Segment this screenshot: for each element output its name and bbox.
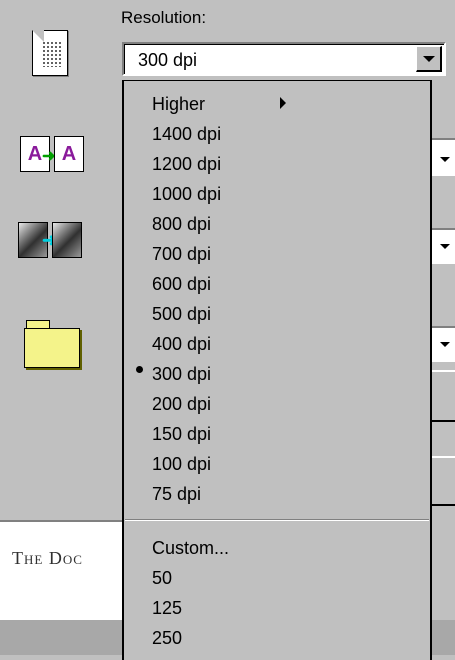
translate-icon-letter-right: A <box>54 136 84 172</box>
menu-item-300[interactable]: 300 dpi <box>152 364 211 384</box>
preview-frame <box>0 520 122 622</box>
menu-item-custom[interactable]: Custom... <box>152 538 229 558</box>
page-icon <box>32 30 68 76</box>
preview-text: The Doc <box>12 548 83 568</box>
menu-item-125[interactable]: 125 <box>152 598 182 618</box>
menu-item-700[interactable]: 700 dpi <box>152 244 211 264</box>
menu-item-100[interactable]: 100 dpi <box>152 454 211 474</box>
submenu-arrow-icon <box>280 97 286 109</box>
chevron-down-icon <box>440 244 450 249</box>
resolution-label: Resolution: <box>121 8 207 27</box>
chevron-down-icon <box>440 342 450 347</box>
menu-item-1400[interactable]: 1400 dpi <box>152 124 221 144</box>
dropdown-arrow-button[interactable] <box>416 46 442 72</box>
menu-item-600[interactable]: 600 dpi <box>152 274 211 294</box>
folder-icon <box>24 318 80 368</box>
selected-bullet-icon <box>136 366 143 373</box>
menu-separator <box>125 519 429 521</box>
menu-item-higher[interactable]: Higher <box>152 94 205 114</box>
menu-item-1200[interactable]: 1200 dpi <box>152 154 221 174</box>
menu-item-50[interactable]: 50 <box>152 568 172 588</box>
resolution-combobox[interactable]: 300 dpi <box>122 42 446 76</box>
chevron-down-icon <box>440 157 450 162</box>
resolution-selected-value: 300 dpi <box>138 50 198 70</box>
menu-item-200[interactable]: 200 dpi <box>152 394 211 414</box>
menu-item-150[interactable]: 150 dpi <box>152 424 211 444</box>
menu-item-400[interactable]: 400 dpi <box>152 334 211 354</box>
menu-item-1000[interactable]: 1000 dpi <box>152 184 221 204</box>
menu-item-250[interactable]: 250 <box>152 628 182 648</box>
menu-item-800[interactable]: 800 dpi <box>152 214 211 234</box>
menu-item-500[interactable]: 500 dpi <box>152 304 211 324</box>
menu-item-75[interactable]: 75 dpi <box>152 484 201 504</box>
